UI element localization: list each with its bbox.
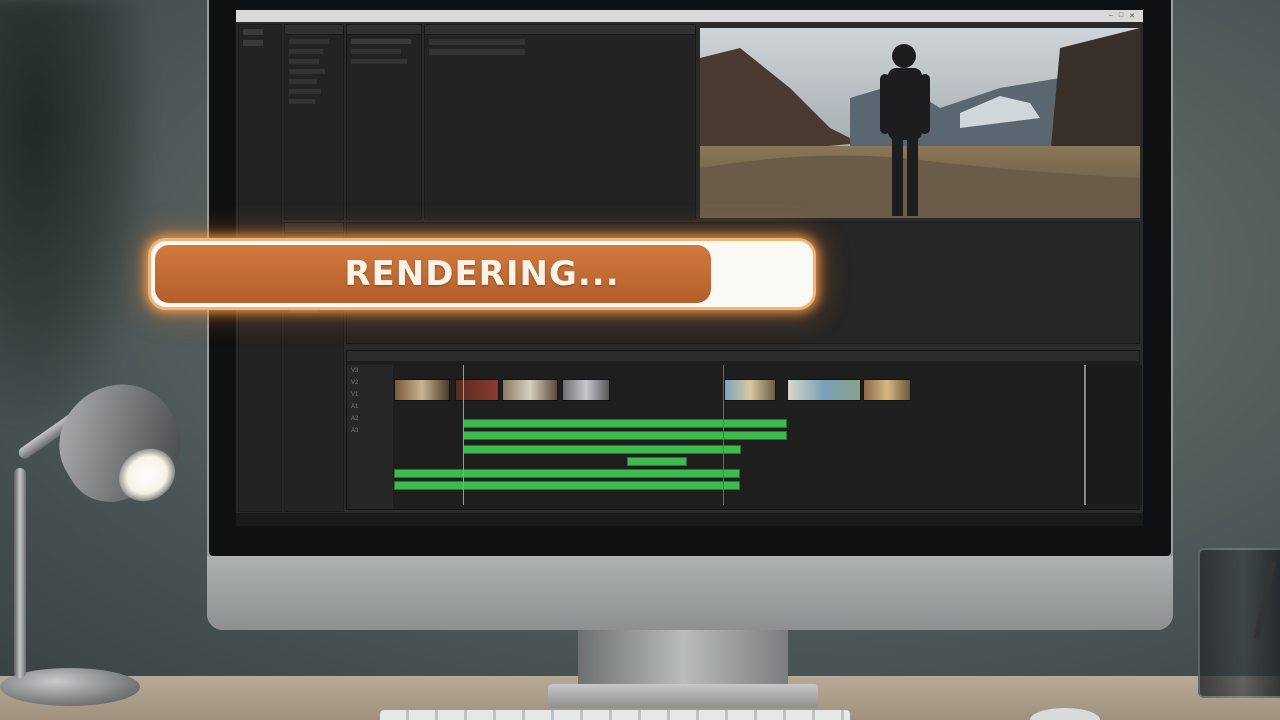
source-panel	[424, 24, 696, 220]
track-headers: V3 V2 V1 A1 A2 A3	[347, 365, 393, 509]
list-item[interactable]	[289, 49, 323, 54]
video-clip[interactable]	[502, 379, 558, 401]
list-item[interactable]	[289, 79, 317, 84]
list-item[interactable]	[289, 59, 319, 64]
media-row[interactable]	[351, 39, 411, 44]
window-controls: – □ ✕	[1109, 12, 1135, 20]
bottom-toolbar	[236, 513, 1143, 526]
list-item[interactable]	[289, 99, 315, 104]
timeline-ruler[interactable]	[347, 351, 1139, 361]
track-label[interactable]: A3	[347, 425, 393, 437]
maximize-icon[interactable]: □	[1119, 12, 1123, 20]
track-label[interactable]: V3	[347, 365, 393, 377]
audio-clip[interactable]	[463, 445, 741, 454]
track-label[interactable]: V2	[347, 377, 393, 389]
close-icon[interactable]: ✕	[1129, 12, 1135, 20]
playhead[interactable]	[463, 365, 464, 505]
monitor-chin	[207, 556, 1173, 630]
media-row[interactable]	[351, 59, 407, 64]
source-field[interactable]	[429, 49, 525, 55]
inspector-header	[285, 223, 343, 233]
plant-silhouette	[0, 0, 150, 420]
video-clip[interactable]	[724, 379, 776, 401]
timeline-panel: V3 V2 V1 A1 A2 A3	[346, 350, 1140, 510]
playhead-marker	[723, 365, 724, 505]
video-clip[interactable]	[394, 379, 450, 401]
tool-item[interactable]	[243, 40, 263, 46]
video-clip[interactable]	[562, 379, 610, 401]
tool-item[interactable]	[243, 29, 263, 35]
media-browser-header	[347, 25, 421, 35]
audio-meter	[1086, 365, 1142, 505]
lamp-arm	[14, 468, 26, 678]
track-label[interactable]: A1	[347, 401, 393, 413]
video-clip[interactable]	[787, 379, 861, 401]
media-list	[347, 35, 421, 68]
list-item[interactable]	[289, 39, 329, 44]
title-bar: – □ ✕	[236, 10, 1143, 22]
keyboard	[380, 710, 850, 720]
audio-clip[interactable]	[463, 419, 787, 428]
video-clip[interactable]	[863, 379, 911, 401]
audio-clip[interactable]	[394, 469, 740, 478]
source-field[interactable]	[429, 39, 525, 45]
audio-clip[interactable]	[463, 431, 787, 440]
render-progress-bar: RENDERING...	[148, 238, 816, 310]
project-panel-header	[285, 25, 343, 35]
source-panel-header	[425, 25, 695, 35]
tools-list	[239, 25, 281, 50]
audio-clip[interactable]	[627, 457, 687, 466]
monitor-stand	[578, 630, 788, 692]
media-browser-panel	[346, 24, 422, 220]
list-item[interactable]	[289, 69, 325, 74]
preview-frame	[700, 28, 1140, 218]
media-row[interactable]	[351, 49, 401, 54]
render-status-label: RENDERING...	[344, 254, 620, 294]
monitor-foot	[548, 684, 818, 708]
minimize-icon[interactable]: –	[1109, 12, 1113, 20]
track-label[interactable]: V1	[347, 389, 393, 401]
list-item[interactable]	[289, 89, 321, 94]
track-label[interactable]: A2	[347, 413, 393, 425]
audio-clip[interactable]	[394, 481, 740, 490]
program-preview[interactable]	[700, 28, 1140, 218]
effects-list	[285, 35, 343, 108]
project-panel	[284, 24, 344, 220]
video-clip[interactable]	[455, 379, 499, 401]
